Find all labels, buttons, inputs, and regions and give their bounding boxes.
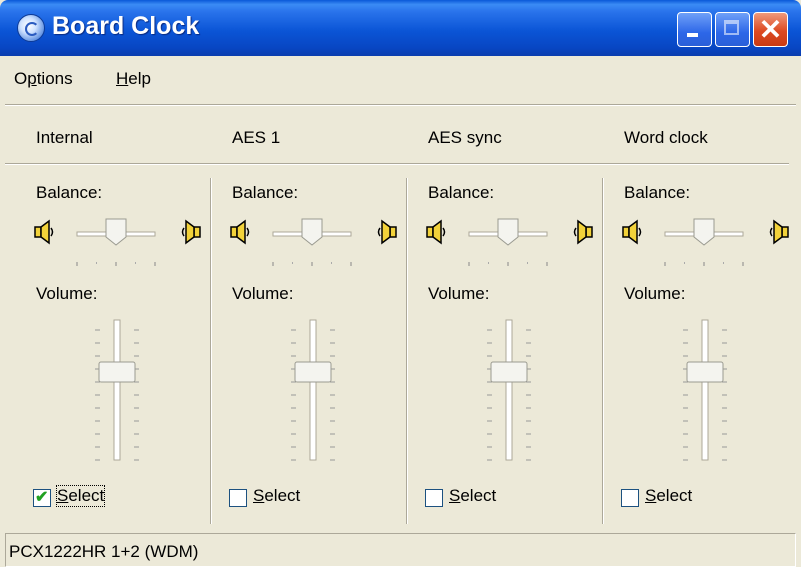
balance-label: Balance: bbox=[428, 183, 495, 202]
minimize-button[interactable] bbox=[677, 12, 712, 47]
select-checkbox[interactable] bbox=[229, 489, 247, 507]
channel-name: AES sync bbox=[428, 128, 502, 147]
channel-name: AES 1 bbox=[232, 128, 281, 147]
minimize-icon bbox=[687, 33, 698, 37]
speaker-right-icon bbox=[570, 218, 594, 246]
board-clock-icon[interactable] bbox=[17, 14, 45, 42]
select-label[interactable]: Select bbox=[645, 486, 692, 506]
volume-label: Volume: bbox=[428, 284, 490, 303]
window-title: Board Clock bbox=[52, 12, 200, 40]
header-separator bbox=[397, 163, 593, 165]
channel-name: Word clock bbox=[624, 128, 708, 147]
menu-help[interactable]: Help bbox=[116, 69, 151, 89]
speaker-left-icon bbox=[229, 218, 253, 246]
volume-label: Volume: bbox=[624, 284, 686, 303]
menu-bar: Options Help bbox=[5, 61, 796, 101]
header-separator bbox=[593, 163, 789, 165]
speaker-left-icon bbox=[425, 218, 449, 246]
status-text: PCX1222HR 1+2 (WDM) bbox=[9, 542, 199, 561]
speaker-right-icon bbox=[178, 218, 202, 246]
column-separator bbox=[406, 178, 408, 524]
select-checkbox[interactable] bbox=[425, 489, 443, 507]
select-label[interactable]: Select bbox=[449, 486, 496, 506]
speaker-right-icon bbox=[766, 218, 790, 246]
balance-label: Balance: bbox=[624, 183, 691, 202]
menu-separator bbox=[5, 104, 796, 106]
header-separator bbox=[5, 163, 201, 165]
balance-label: Balance: bbox=[36, 183, 103, 202]
board-clock-window: Board Clock ✕ Options Help Internal Bala… bbox=[0, 0, 801, 567]
balance-label: Balance: bbox=[232, 183, 299, 202]
volume-label: Volume: bbox=[232, 284, 294, 303]
close-button[interactable]: ✕ bbox=[753, 12, 788, 47]
status-pane: PCX1222HR 1+2 (WDM) bbox=[5, 533, 796, 567]
close-icon: ✕ bbox=[758, 14, 783, 45]
column-separator bbox=[210, 178, 212, 524]
maximize-button[interactable] bbox=[715, 12, 750, 47]
menu-options[interactable]: Options bbox=[14, 69, 73, 89]
speaker-left-icon bbox=[621, 218, 645, 246]
status-bar: PCX1222HR 1+2 (WDM) bbox=[5, 527, 796, 567]
select-checkbox[interactable] bbox=[621, 489, 639, 507]
select-label[interactable]: Select bbox=[55, 485, 106, 507]
speaker-right-icon bbox=[374, 218, 398, 246]
select-checkbox[interactable]: ✔ bbox=[33, 489, 51, 507]
title-bar[interactable]: Board Clock ✕ bbox=[0, 0, 801, 56]
speaker-left-icon bbox=[33, 218, 57, 246]
check-icon: ✔ bbox=[35, 489, 49, 506]
header-separator bbox=[201, 163, 397, 165]
volume-label: Volume: bbox=[36, 284, 98, 303]
channel-name: Internal bbox=[36, 128, 93, 147]
column-separator bbox=[602, 178, 604, 524]
maximize-icon bbox=[724, 20, 739, 35]
select-label[interactable]: Select bbox=[253, 486, 300, 506]
volume-slider[interactable] bbox=[0, 0, 727, 461]
